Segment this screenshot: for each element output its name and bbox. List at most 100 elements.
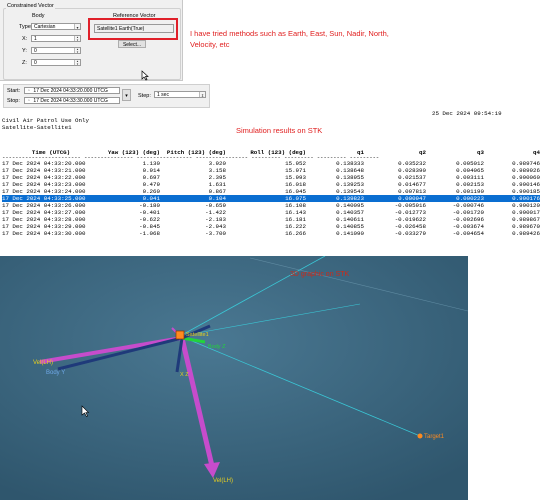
select-button[interactable]: Select... [118,40,146,48]
y-spinner-icon[interactable]: ▴ ▾ [74,48,80,54]
table-cell: 0.697 [142,174,160,181]
table-cell: -2.943 [205,223,226,230]
body-label: Body [32,13,45,19]
attitude-report: 25 Dec 2024 09:54:19 Civil Air Patrol Us… [0,108,543,256]
table-row[interactable]: 17 Dec 2024 04:33:21.000 0.914 3.158 15.971… [2,167,540,174]
table-cell: 0.139253 [336,181,364,188]
table-row[interactable]: 17 Dec 2024 04:33:29.000 -0.845 -2.943 16.2… [2,223,540,230]
table-row[interactable]: 17 Dec 2024 04:33:30.000 -1.068 -3.700 16.2… [2,230,540,237]
table-row[interactable]: 17 Dec 2024 04:33:25.000 0.041 0.104 16.075… [2,195,540,202]
table-cell: 0.990017 [512,209,540,216]
table-cell: 0.035232 [398,160,426,167]
table-row[interactable]: 17 Dec 2024 04:33:24.000 0.260 0.867 16.045… [2,188,540,195]
col-q4: q4 [533,149,540,156]
table-row[interactable]: 17 Dec 2024 04:33:22.000 0.697 2.395 15.993… [2,174,540,181]
step-label: Step: [138,93,151,99]
table-cell: 16.075 [226,195,306,202]
vel-down-label: Vel(LH) [213,478,233,484]
body-y-label: Body Y [46,370,65,376]
table-cell: 0.479 [142,181,160,188]
z-field[interactable]: 0 ▴ ▾ [31,59,81,66]
table-row[interactable]: 17 Dec 2024 04:33:23.000 0.479 1.631 16.018… [2,181,540,188]
table-cell: 17 Dec 2024 04:33:25.000 [2,195,100,202]
table-cell: 17 Dec 2024 04:33:29.000 [2,223,86,230]
table-cell: 0.138955 [336,174,364,181]
table-cell: -0.003674 [452,223,484,230]
table-cell: 0.989670 [512,223,540,230]
clock-icon: ◔ [27,88,31,94]
table-cell: 0.990176 [484,195,540,202]
stop-time-value: 17 Dec 2024 04:33:30.000 UTCG [33,98,108,104]
chevron-down-icon[interactable]: ▾ [74,24,80,30]
clock-icon: ◔ [27,98,31,104]
table-cell: 16.143 [285,209,306,216]
table-cell: -0.180 [139,202,160,209]
table-cell: -0.005916 [394,202,426,209]
table-cell: 0.140095 [336,202,364,209]
table-cell: -0.004654 [452,230,484,237]
table-cell: -0.845 [139,223,160,230]
start-label: Start: [7,88,21,94]
col-roll: Roll (123) (deg) [250,149,306,156]
simulation-annotation: Simulation results on STK [236,126,323,135]
target-icon[interactable] [417,433,423,439]
table-cell: 0.138333 [336,160,364,167]
table-cell: 17 Dec 2024 04:33:26.000 [2,202,86,209]
table-cell: -0.001720 [452,209,484,216]
table-cell: 0.140611 [336,216,364,223]
z-label: Z: [22,60,27,66]
table-cell: 0.989426 [512,230,540,237]
type-select[interactable]: Cartesian ▾ [31,23,81,30]
table-cell: 0.005012 [456,160,484,167]
time-dropdown-button[interactable]: ▾ [122,89,131,101]
table-cell: 17 Dec 2024 04:33:30.000 [2,230,86,237]
table-row[interactable]: 17 Dec 2024 04:33:28.000 -0.622 -2.183 16.1… [2,216,540,223]
stop-time-field[interactable]: ◔ 17 Dec 2024 04:33:30.000 UTCG [24,97,120,104]
report-table: Time (UTCG) Yaw (123) (deg) Pitch (123) … [2,149,540,237]
table-row[interactable]: 17 Dec 2024 04:33:27.000 -0.401 -1.422 16.1… [2,209,540,216]
z-field-value: 0 [34,60,37,66]
col-q2: q2 [419,149,426,156]
target-label: Target1 [424,434,445,440]
table-cell: 0.014677 [398,181,426,188]
z-spinner-icon[interactable]: ▴ ▾ [74,60,80,66]
table-cell: -0.033279 [394,230,426,237]
start-time-field[interactable]: ◔ 17 Dec 2024 04:33:20.000 UTCG [24,87,120,94]
table-cell: 0.141090 [336,230,364,237]
step-field[interactable]: 1 sec ⇕ [154,91,206,98]
table-cell: 0.007813 [398,188,426,195]
table-cell: 1.631 [208,181,226,188]
table-cell: 0.139543 [336,188,364,195]
col-yaw: Yaw (123) (deg) [107,149,160,156]
3d-graphic-annotation: 3D graphic on STK [290,271,349,278]
x-spinner-icon[interactable]: ▴ ▾ [74,36,80,42]
table-cell: 16.222 [285,223,306,230]
table-cell: 0.041 [100,195,160,202]
table-cell: 16.181 [285,216,306,223]
report-header-row: Time (UTCG) Yaw (123) (deg) Pitch (123) … [2,149,540,156]
step-spinner-icon[interactable]: ⇕ [199,92,205,98]
table-cell: 1.130 [142,160,160,167]
y-field[interactable]: 0 ▴ ▾ [31,47,81,54]
table-cell: 0.989867 [512,216,540,223]
table-cell: 0.001190 [456,188,484,195]
table-cell: -0.026458 [394,223,426,230]
stop-label: Stop: [7,98,20,104]
table-cell: -2.183 [205,216,226,223]
table-cell: 16.108 [285,202,306,209]
table-cell: 15.971 [285,167,306,174]
table-cell: 3.920 [208,160,226,167]
table-cell: 0.140855 [336,223,364,230]
satellite-icon[interactable] [175,330,185,340]
table-cell: 15.952 [285,160,306,167]
table-cell: 17 Dec 2024 04:33:22.000 [2,174,86,181]
mouse-cursor-icon [141,70,149,81]
table-row[interactable]: 17 Dec 2024 04:33:20.000 1.130 3.920 15.952… [2,160,540,167]
table-cell: 0.990120 [512,202,540,209]
table-cell: 0.260 [142,188,160,195]
x-label: X: [22,36,28,42]
table-row[interactable]: 17 Dec 2024 04:33:26.000 -0.180 -0.659 16.1… [2,202,540,209]
stk-3d-view[interactable]: Vel(LH) Body Y Body Z X Z Satellite1 Tar… [0,256,468,500]
table-cell: 16.266 [285,230,306,237]
x-field[interactable]: 1 ▴ ▾ [31,35,81,42]
